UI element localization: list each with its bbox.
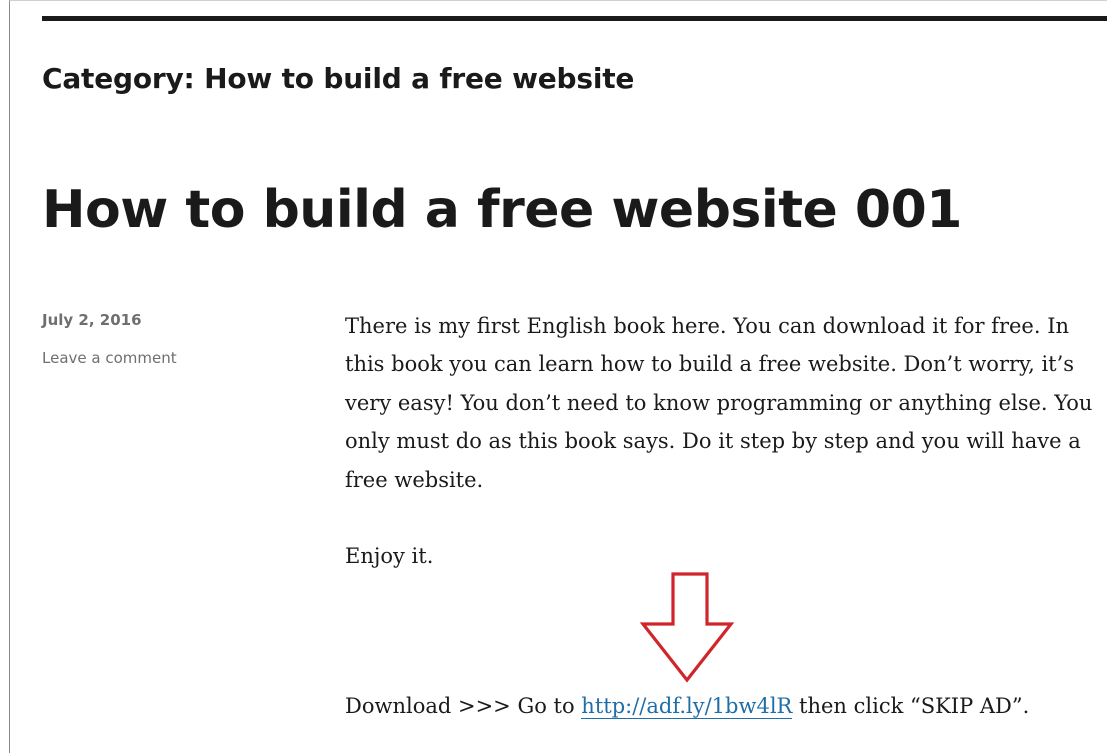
intro-paragraph: There is my first English book here. You… (345, 314, 1093, 492)
post-meta: July 2, 2016 Leave a comment (42, 311, 177, 367)
post-content: There is my first English book here. You… (345, 307, 1105, 568)
enjoy-paragraph: Enjoy it. (345, 544, 434, 568)
category-heading: Category: How to build a free website (42, 62, 635, 95)
download-suffix: then click “SKIP AD”. (792, 694, 1030, 718)
header-rule (42, 16, 1107, 21)
leave-comment-link[interactable]: Leave a comment (42, 349, 177, 367)
download-paragraph: Download >>> Go to http://adf.ly/1bw4lR … (345, 687, 1029, 725)
download-link[interactable]: http://adf.ly/1bw4lR (581, 694, 793, 719)
download-prefix: Download >>> Go to (345, 694, 582, 718)
post-title[interactable]: How to build a free website 001 (42, 180, 962, 240)
post-date-link[interactable]: July 2, 2016 (42, 311, 177, 331)
down-arrow-icon (640, 572, 734, 683)
